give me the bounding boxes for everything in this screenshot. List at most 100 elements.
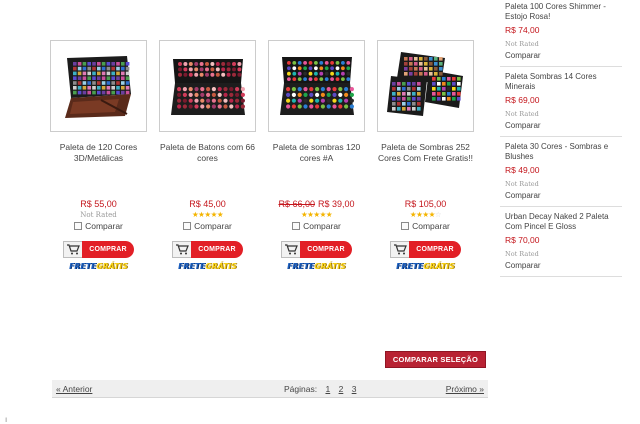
buy-button[interactable]: COMPRAR [281,241,352,258]
compare-option[interactable]: Comparar [377,220,474,232]
pagination-page-link[interactable]: 2 [339,384,344,394]
sidebar-product-name[interactable]: Urban Decay Naked 2 Paleta Com Pincel E … [505,212,622,232]
buy-button-label[interactable]: COMPRAR [300,241,352,258]
product-name[interactable]: Paleta de sombras 120 cores #A [268,142,365,184]
free-shipping-text: FRETE [396,262,424,271]
sidebar-compare-link[interactable]: Comparar [505,51,622,61]
palette-image [279,57,354,115]
free-shipping-accent: GRÁTIS [96,262,128,271]
sidebar-product-price: R$ 70,00 [505,235,540,245]
cart-icon[interactable] [172,241,192,258]
sidebar-products: Paleta 100 Cores Shimmer - Estojo Rosa! … [500,0,622,277]
cart-icon[interactable] [281,241,301,258]
buy-button-label[interactable]: COMPRAR [82,241,134,258]
compare-checkbox[interactable] [74,222,83,230]
sidebar-product: Paleta Sombras 14 Cores Minerais R$ 69,0… [500,67,622,137]
free-shipping-badge: FRETEGRÁTIS [66,261,132,273]
sidebar-compare-link[interactable]: Comparar [505,261,622,271]
free-shipping-text: FRETE [287,262,315,271]
compare-label[interactable]: Comparar [412,221,450,231]
buy-button[interactable]: COMPRAR [390,241,461,258]
pagination-pages: Páginas: 1 2 3 [284,384,356,394]
product-image[interactable] [377,40,474,132]
rating-stars: ★★★★★ [300,210,333,219]
product-price: R$ 55,00 [80,199,117,209]
compare-checkbox[interactable] [183,222,192,230]
sidebar-product-price: R$ 74,00 [505,25,540,35]
product-price: R$ 39,00 [318,199,355,209]
product-image[interactable] [50,40,147,132]
compare-option[interactable]: Comparar [159,220,256,232]
product-price: R$ 105,00 [404,199,447,209]
compare-label[interactable]: Comparar [194,221,232,231]
compare-checkbox[interactable] [292,222,301,230]
sidebar-product-name[interactable]: Paleta 30 Cores - Sombras e Blushes [505,142,622,162]
sidebar-product-name[interactable]: Paleta 100 Cores Shimmer - Estojo Rosa! [505,2,622,22]
product-card: Paleta de Sombras 252 Cores Com Frete Gr… [377,40,474,273]
compare-option[interactable]: Comparar [268,220,365,232]
buy-button[interactable]: COMPRAR [172,241,243,258]
not-rated-label: Not Rated [505,40,539,48]
sidebar-compare-link[interactable]: Comparar [505,121,622,131]
product-card: Paleta de 120 Cores 3D/Metálicas R$ 55,0… [50,40,147,273]
free-shipping-accent: GRÁTIS [314,262,346,271]
sidebar-product: Paleta 100 Cores Shimmer - Estojo Rosa! … [500,0,622,67]
product-price-row: R$ 105,00 [377,198,474,210]
not-rated-label: Not Rated [505,250,539,258]
product-price: R$ 45,00 [189,199,226,209]
pagination-label: Páginas: [284,384,318,394]
cart-icon[interactable] [390,241,410,258]
free-shipping-accent: GRÁTIS [423,262,455,271]
product-image[interactable] [268,40,365,132]
compare-label[interactable]: Comparar [303,221,341,231]
pagination-page-link[interactable]: 3 [352,384,357,394]
sidebar-product-name[interactable]: Paleta Sombras 14 Cores Minerais [505,72,622,92]
corner-mark: ı [5,415,8,424]
not-rated-label: Not Rated [505,110,539,118]
not-rated-label: Not Rated [80,211,117,219]
compare-label[interactable]: Comparar [85,221,123,231]
rating-stars: ★★★★☆ [409,210,442,219]
cart-icon[interactable] [63,241,83,258]
product-old-price: R$ 66,00 [278,199,315,209]
free-shipping-badge: FRETEGRÁTIS [284,261,350,273]
pagination-next-link[interactable]: Próximo » [446,384,484,394]
pagination-page-link[interactable]: 1 [325,384,330,394]
sidebar-compare-link[interactable]: Comparar [505,191,622,201]
product-name[interactable]: Paleta de Sombras 252 Cores Com Frete Gr… [377,142,474,184]
buy-button[interactable]: COMPRAR [63,241,134,258]
free-shipping-badge: FRETEGRÁTIS [175,261,241,273]
sidebar-product-price: R$ 49,00 [505,165,540,175]
buy-button-label[interactable]: COMPRAR [409,241,461,258]
compare-selection-button[interactable]: COMPARAR SELEÇÃO [385,351,486,368]
product-rating: Not Rated [50,210,147,220]
product-name[interactable]: Paleta de 120 Cores 3D/Metálicas [50,142,147,184]
product-rating: ★★★★☆ [377,210,474,220]
free-shipping-badge: FRETEGRÁTIS [393,261,459,273]
palette-image [170,59,245,115]
palette-image [64,56,131,118]
palette-image [386,52,463,116]
sidebar-product: Paleta 30 Cores - Sombras e Blushes R$ 4… [500,137,622,207]
product-price-row: R$ 66,00 R$ 39,00 [268,198,365,210]
product-card: Paleta de sombras 120 cores #A R$ 66,00 R… [268,40,365,273]
product-name[interactable]: Paleta de Batons com 66 cores [159,142,256,184]
buy-button-label[interactable]: COMPRAR [191,241,243,258]
pagination: « Anterior Páginas: 1 2 3 Próximo » [52,380,488,398]
product-price-row: R$ 45,00 [159,198,256,210]
product-rating: ★★★★★ [268,210,365,220]
compare-checkbox[interactable] [401,222,410,230]
sidebar-product-price: R$ 69,00 [505,95,540,105]
rating-stars: ★★★★★ [191,210,224,219]
not-rated-label: Not Rated [505,180,539,188]
free-shipping-text: FRETE [178,262,206,271]
free-shipping-accent: GRÁTIS [205,262,237,271]
pagination-prev-link[interactable]: « Anterior [56,384,92,394]
product-rating: ★★★★★ [159,210,256,220]
product-price-row: R$ 55,00 [50,198,147,210]
sidebar-product: Urban Decay Naked 2 Paleta Com Pincel E … [500,207,622,277]
free-shipping-text: FRETE [69,262,97,271]
compare-option[interactable]: Comparar [50,220,147,232]
product-card: Paleta de Batons com 66 cores R$ 45,00 ★… [159,40,256,273]
product-image[interactable] [159,40,256,132]
